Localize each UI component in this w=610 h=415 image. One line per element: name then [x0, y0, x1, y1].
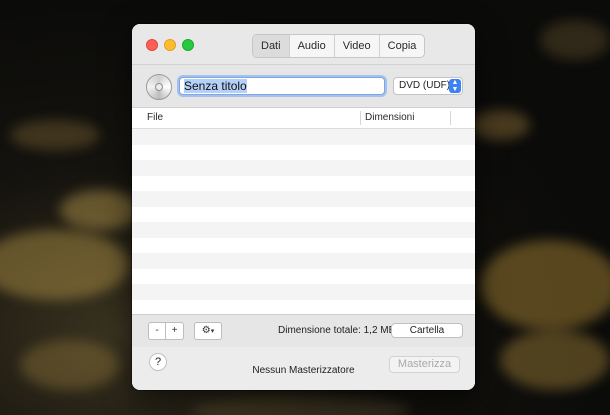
gear-icon: ⚙ — [201, 325, 211, 336]
table-row — [132, 299, 475, 315]
tab-video[interactable]: Video — [335, 35, 380, 57]
column-header-size[interactable]: Dimensioni — [365, 108, 414, 128]
tab-audio[interactable]: Audio — [290, 35, 335, 57]
column-divider[interactable] — [360, 111, 361, 125]
table-header: File Dimensioni — [132, 108, 475, 129]
minimize-window-button[interactable] — [164, 39, 176, 51]
table-rows — [132, 129, 475, 315]
app-window: Dati Audio Video Copia Senza titolo DVD … — [132, 24, 475, 390]
add-file-button[interactable]: + — [166, 322, 184, 340]
table-row — [132, 237, 475, 253]
tab-dati[interactable]: Dati — [253, 35, 290, 57]
table-row — [132, 160, 475, 176]
column-divider[interactable] — [450, 111, 451, 125]
table-row — [132, 284, 475, 300]
table-row — [132, 175, 475, 191]
chevron-down-icon: ▾ — [210, 328, 215, 335]
table-row — [132, 253, 475, 269]
total-size-label: Dimensione totale: 1,2 MB — [278, 325, 396, 336]
table-row — [132, 206, 475, 222]
tab-copia[interactable]: Copia — [380, 35, 425, 57]
disc-title-text: Senza titolo — [184, 79, 247, 93]
file-table[interactable]: File Dimensioni — [132, 108, 475, 315]
chevron-updown-icon: ▲ ▼ — [449, 79, 461, 93]
disc-header: Senza titolo DVD (UDF) ▲ ▼ — [132, 65, 475, 108]
action-menu-button[interactable]: ⚙▾ — [194, 322, 222, 340]
mode-tabs: Dati Audio Video Copia — [252, 34, 426, 58]
disc-title-input[interactable]: Senza titolo — [179, 77, 385, 95]
column-header-file[interactable]: File — [147, 108, 163, 128]
remove-file-button[interactable]: - — [148, 322, 166, 340]
table-row — [132, 144, 475, 160]
zoom-window-button[interactable] — [182, 39, 194, 51]
close-window-button[interactable] — [146, 39, 158, 51]
disc-format-select[interactable]: DVD (UDF) ▲ ▼ — [393, 77, 463, 95]
bottom-toolbar: - + ⚙▾ Dimensione totale: 1,2 MB Cartell… — [132, 314, 475, 348]
title-bar: Dati Audio Video Copia — [132, 24, 475, 65]
table-row — [132, 129, 475, 145]
table-row — [132, 191, 475, 207]
cd-disc-icon — [146, 74, 172, 100]
table-row — [132, 222, 475, 238]
window-footer: ? Nessun Masterizzatore Masterizza — [132, 347, 475, 390]
new-folder-button[interactable]: Cartella — [391, 323, 463, 338]
burn-button[interactable]: Masterizza — [389, 356, 460, 373]
disc-format-value: DVD (UDF) — [399, 80, 451, 91]
table-row — [132, 268, 475, 284]
